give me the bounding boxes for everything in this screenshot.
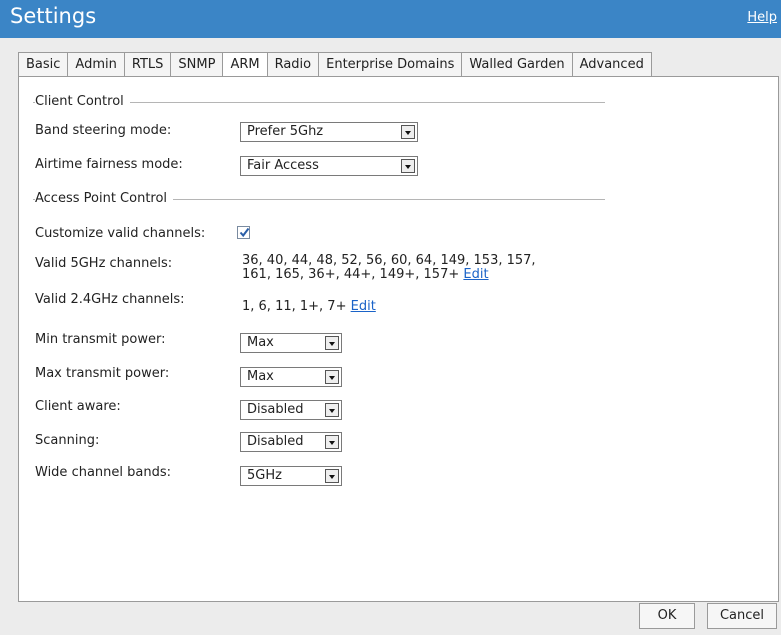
chevron-down-icon	[325, 370, 339, 384]
band-steering-label: Band steering mode:	[35, 123, 172, 138]
chevron-down-icon	[325, 336, 339, 350]
checkmark-icon	[239, 227, 250, 238]
title-bar: Settings Help	[0, 0, 781, 38]
edit-24ghz-link[interactable]: Edit	[351, 299, 376, 314]
tab-radio[interactable]: Radio	[266, 52, 319, 77]
valid-24ghz-value: 1, 6, 11, 1+, 7+ Edit	[242, 300, 376, 314]
customize-channels-checkbox[interactable]	[237, 226, 250, 239]
wide-bands-label: Wide channel bands:	[35, 465, 171, 480]
airtime-fairness-value: Fair Access	[247, 158, 319, 173]
valid-5ghz-line1: 36, 40, 44, 48, 52, 56, 60, 64, 149, 153…	[242, 253, 536, 268]
chevron-down-icon	[325, 435, 339, 449]
tab-basic[interactable]: Basic	[18, 52, 68, 77]
client-aware-select[interactable]: Disabled	[240, 400, 342, 420]
ap-control-legend: Access Point Control	[35, 191, 174, 206]
valid-5ghz-value: 36, 40, 44, 48, 52, 56, 60, 64, 149, 153…	[242, 254, 536, 282]
chevron-down-icon	[401, 125, 415, 139]
chevron-down-icon	[401, 159, 415, 173]
help-link[interactable]: Help	[747, 10, 777, 25]
tab-bar: Basic Admin RTLS SNMP ARM Radio Enterpri…	[18, 52, 652, 77]
scanning-label: Scanning:	[35, 433, 100, 448]
wide-bands-select[interactable]: 5GHz	[240, 466, 342, 486]
band-steering-value: Prefer 5Ghz	[247, 124, 324, 139]
wide-bands-value: 5GHz	[247, 468, 282, 483]
arm-settings-panel: Client Control Band steering mode: Prefe…	[18, 76, 779, 602]
edit-5ghz-link[interactable]: Edit	[463, 267, 488, 282]
tab-arm[interactable]: ARM	[222, 52, 267, 77]
client-aware-label: Client aware:	[35, 399, 121, 414]
valid-24ghz-channels: 1, 6, 11, 1+, 7+	[242, 299, 347, 314]
max-power-select[interactable]: Max	[240, 367, 342, 387]
valid-5ghz-line2-row: 161, 165, 36+, 44+, 149+, 157+ Edit	[242, 268, 536, 282]
cancel-button[interactable]: Cancel	[707, 603, 777, 629]
page-title: Settings	[10, 4, 97, 28]
customize-channels-label: Customize valid channels:	[35, 226, 206, 241]
chevron-down-icon	[325, 403, 339, 417]
band-steering-select[interactable]: Prefer 5Ghz	[240, 122, 418, 142]
airtime-fairness-label: Airtime fairness mode:	[35, 157, 183, 172]
valid-5ghz-line2: 161, 165, 36+, 44+, 149+, 157+	[242, 267, 460, 282]
airtime-fairness-select[interactable]: Fair Access	[240, 156, 418, 176]
min-power-value: Max	[247, 335, 274, 350]
tab-rtls[interactable]: RTLS	[123, 52, 171, 77]
tab-admin[interactable]: Admin	[67, 52, 124, 77]
scanning-select[interactable]: Disabled	[240, 432, 342, 452]
max-power-label: Max transmit power:	[35, 366, 170, 381]
tab-enterprise-domains[interactable]: Enterprise Domains	[318, 52, 462, 77]
client-aware-value: Disabled	[247, 402, 304, 417]
min-power-label: Min transmit power:	[35, 332, 166, 347]
ok-button[interactable]: OK	[639, 603, 695, 629]
max-power-value: Max	[247, 369, 274, 384]
valid-5ghz-label: Valid 5GHz channels:	[35, 256, 173, 271]
tab-advanced[interactable]: Advanced	[571, 52, 652, 77]
tab-snmp[interactable]: SNMP	[170, 52, 223, 77]
min-power-select[interactable]: Max	[240, 333, 342, 353]
client-control-legend: Client Control	[35, 94, 130, 109]
chevron-down-icon	[325, 469, 339, 483]
valid-24ghz-label: Valid 2.4GHz channels:	[35, 292, 185, 307]
scanning-value: Disabled	[247, 434, 304, 449]
tab-walled-garden[interactable]: Walled Garden	[461, 52, 572, 77]
